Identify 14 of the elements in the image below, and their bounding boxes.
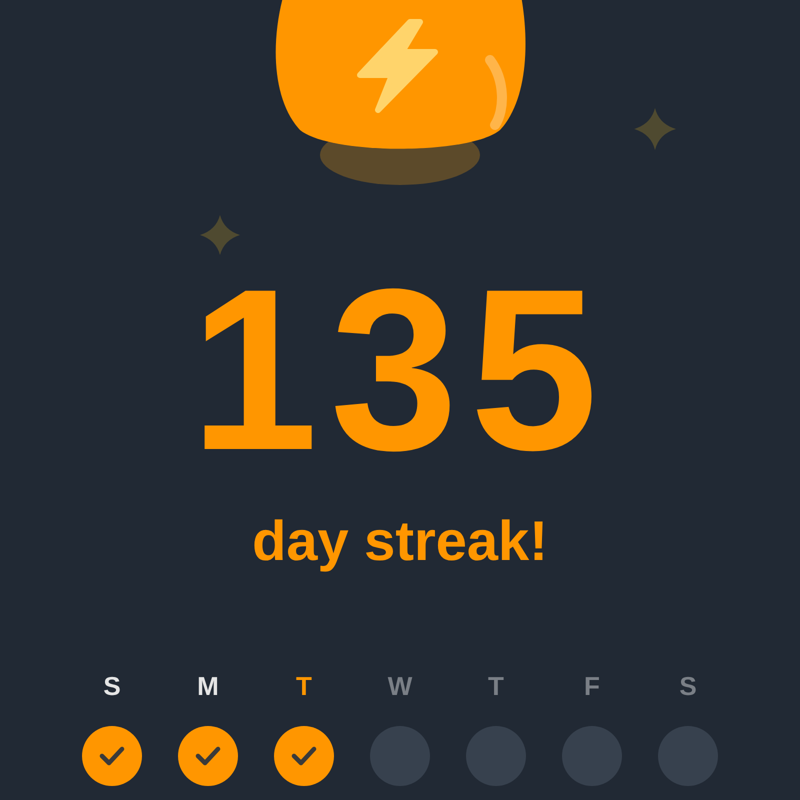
weekday-label: F	[584, 673, 600, 699]
sparkle-icon	[634, 108, 676, 150]
weekday-label: M	[197, 673, 219, 699]
weekday-label: S	[679, 673, 697, 699]
weekday-label: S	[103, 673, 121, 699]
check-icon	[291, 746, 317, 766]
streak-count: 135	[190, 255, 610, 485]
weekday-label: W	[388, 673, 412, 699]
fireball-icon	[276, 0, 526, 185]
sparkle-icon	[200, 215, 240, 255]
weekday-label: T	[488, 673, 504, 699]
weekday-label: T	[296, 673, 312, 699]
check-icon	[99, 746, 125, 766]
check-icon	[195, 746, 221, 766]
